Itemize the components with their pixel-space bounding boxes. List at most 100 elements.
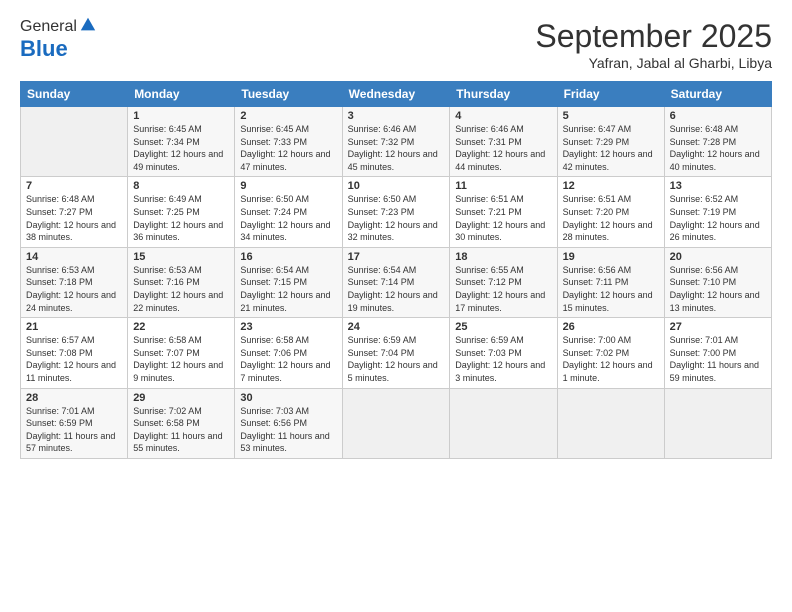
logo: General Blue [20, 18, 97, 62]
weekday-header-row: Sunday Monday Tuesday Wednesday Thursday… [21, 82, 772, 107]
day-info: Sunrise: 6:59 AMSunset: 7:04 PMDaylight:… [348, 334, 445, 384]
day-info: Sunrise: 6:49 AMSunset: 7:25 PMDaylight:… [133, 193, 229, 243]
header-wednesday: Wednesday [342, 82, 450, 107]
day-number: 14 [26, 251, 122, 263]
day-number: 18 [455, 251, 551, 263]
header: General Blue September 2025 Yafran, Jaba… [20, 18, 772, 71]
day-info: Sunrise: 6:58 AMSunset: 7:07 PMDaylight:… [133, 334, 229, 384]
day-number: 23 [240, 321, 336, 333]
day-info: Sunrise: 7:03 AMSunset: 6:56 PMDaylight:… [240, 405, 336, 455]
page: General Blue September 2025 Yafran, Jaba… [0, 0, 792, 612]
calendar-cell-0-4: 4Sunrise: 6:46 AMSunset: 7:31 PMDaylight… [450, 107, 557, 177]
day-number: 5 [563, 110, 659, 122]
day-info: Sunrise: 7:01 AMSunset: 7:00 PMDaylight:… [670, 334, 766, 384]
header-thursday: Thursday [450, 82, 557, 107]
logo-blue-text: Blue [20, 36, 97, 62]
calendar-cell-2-2: 16Sunrise: 6:54 AMSunset: 7:15 PMDayligh… [235, 247, 342, 317]
week-row-5: 28Sunrise: 7:01 AMSunset: 6:59 PMDayligh… [21, 388, 772, 458]
calendar-cell-3-0: 21Sunrise: 6:57 AMSunset: 7:08 PMDayligh… [21, 318, 128, 388]
day-info: Sunrise: 6:48 AMSunset: 7:27 PMDaylight:… [26, 193, 122, 243]
calendar-cell-0-1: 1Sunrise: 6:45 AMSunset: 7:34 PMDaylight… [128, 107, 235, 177]
day-info: Sunrise: 6:56 AMSunset: 7:11 PMDaylight:… [563, 264, 659, 314]
calendar-cell-1-2: 9Sunrise: 6:50 AMSunset: 7:24 PMDaylight… [235, 177, 342, 247]
calendar-cell-0-3: 3Sunrise: 6:46 AMSunset: 7:32 PMDaylight… [342, 107, 450, 177]
calendar-cell-4-6 [664, 388, 771, 458]
day-info: Sunrise: 6:45 AMSunset: 7:34 PMDaylight:… [133, 123, 229, 173]
calendar-cell-3-6: 27Sunrise: 7:01 AMSunset: 7:00 PMDayligh… [664, 318, 771, 388]
day-info: Sunrise: 6:57 AMSunset: 7:08 PMDaylight:… [26, 334, 122, 384]
week-row-1: 1Sunrise: 6:45 AMSunset: 7:34 PMDaylight… [21, 107, 772, 177]
day-info: Sunrise: 6:46 AMSunset: 7:32 PMDaylight:… [348, 123, 445, 173]
day-number: 28 [26, 392, 122, 404]
day-number: 1 [133, 110, 229, 122]
day-info: Sunrise: 6:47 AMSunset: 7:29 PMDaylight:… [563, 123, 659, 173]
subtitle: Yafran, Jabal al Gharbi, Libya [535, 55, 772, 71]
calendar-cell-2-6: 20Sunrise: 6:56 AMSunset: 7:10 PMDayligh… [664, 247, 771, 317]
calendar-cell-0-0 [21, 107, 128, 177]
day-number: 24 [348, 321, 445, 333]
week-row-2: 7Sunrise: 6:48 AMSunset: 7:27 PMDaylight… [21, 177, 772, 247]
calendar-cell-4-1: 29Sunrise: 7:02 AMSunset: 6:58 PMDayligh… [128, 388, 235, 458]
calendar-cell-1-0: 7Sunrise: 6:48 AMSunset: 7:27 PMDaylight… [21, 177, 128, 247]
header-monday: Monday [128, 82, 235, 107]
day-info: Sunrise: 6:52 AMSunset: 7:19 PMDaylight:… [670, 193, 766, 243]
day-number: 15 [133, 251, 229, 263]
day-number: 17 [348, 251, 445, 263]
calendar-cell-1-1: 8Sunrise: 6:49 AMSunset: 7:25 PMDaylight… [128, 177, 235, 247]
day-number: 21 [26, 321, 122, 333]
day-number: 2 [240, 110, 336, 122]
calendar-cell-4-3 [342, 388, 450, 458]
day-info: Sunrise: 6:45 AMSunset: 7:33 PMDaylight:… [240, 123, 336, 173]
calendar-cell-3-1: 22Sunrise: 6:58 AMSunset: 7:07 PMDayligh… [128, 318, 235, 388]
calendar-cell-3-2: 23Sunrise: 6:58 AMSunset: 7:06 PMDayligh… [235, 318, 342, 388]
calendar-cell-0-2: 2Sunrise: 6:45 AMSunset: 7:33 PMDaylight… [235, 107, 342, 177]
week-row-4: 21Sunrise: 6:57 AMSunset: 7:08 PMDayligh… [21, 318, 772, 388]
day-info: Sunrise: 6:51 AMSunset: 7:21 PMDaylight:… [455, 193, 551, 243]
title-block: September 2025 Yafran, Jabal al Gharbi, … [535, 18, 772, 71]
calendar-cell-2-4: 18Sunrise: 6:55 AMSunset: 7:12 PMDayligh… [450, 247, 557, 317]
calendar-cell-4-2: 30Sunrise: 7:03 AMSunset: 6:56 PMDayligh… [235, 388, 342, 458]
day-number: 16 [240, 251, 336, 263]
calendar-cell-2-1: 15Sunrise: 6:53 AMSunset: 7:16 PMDayligh… [128, 247, 235, 317]
day-number: 26 [563, 321, 659, 333]
day-number: 4 [455, 110, 551, 122]
calendar-cell-2-5: 19Sunrise: 6:56 AMSunset: 7:11 PMDayligh… [557, 247, 664, 317]
day-info: Sunrise: 6:55 AMSunset: 7:12 PMDaylight:… [455, 264, 551, 314]
day-number: 29 [133, 392, 229, 404]
day-info: Sunrise: 7:01 AMSunset: 6:59 PMDaylight:… [26, 405, 122, 455]
calendar-cell-1-3: 10Sunrise: 6:50 AMSunset: 7:23 PMDayligh… [342, 177, 450, 247]
day-info: Sunrise: 7:02 AMSunset: 6:58 PMDaylight:… [133, 405, 229, 455]
header-sunday: Sunday [21, 82, 128, 107]
day-info: Sunrise: 6:51 AMSunset: 7:20 PMDaylight:… [563, 193, 659, 243]
day-number: 22 [133, 321, 229, 333]
day-info: Sunrise: 6:50 AMSunset: 7:23 PMDaylight:… [348, 193, 445, 243]
header-friday: Friday [557, 82, 664, 107]
calendar-cell-4-4 [450, 388, 557, 458]
calendar-cell-1-5: 12Sunrise: 6:51 AMSunset: 7:20 PMDayligh… [557, 177, 664, 247]
day-info: Sunrise: 6:56 AMSunset: 7:10 PMDaylight:… [670, 264, 766, 314]
logo-icon [79, 16, 97, 34]
day-info: Sunrise: 6:50 AMSunset: 7:24 PMDaylight:… [240, 193, 336, 243]
calendar-cell-2-3: 17Sunrise: 6:54 AMSunset: 7:14 PMDayligh… [342, 247, 450, 317]
header-saturday: Saturday [664, 82, 771, 107]
day-number: 8 [133, 180, 229, 192]
month-title: September 2025 [535, 18, 772, 55]
week-row-3: 14Sunrise: 6:53 AMSunset: 7:18 PMDayligh… [21, 247, 772, 317]
day-number: 3 [348, 110, 445, 122]
calendar-cell-4-5 [557, 388, 664, 458]
day-number: 30 [240, 392, 336, 404]
logo-general-text: General [20, 18, 77, 36]
calendar-cell-1-6: 13Sunrise: 6:52 AMSunset: 7:19 PMDayligh… [664, 177, 771, 247]
day-number: 27 [670, 321, 766, 333]
day-number: 13 [670, 180, 766, 192]
day-number: 25 [455, 321, 551, 333]
day-number: 9 [240, 180, 336, 192]
calendar-cell-3-3: 24Sunrise: 6:59 AMSunset: 7:04 PMDayligh… [342, 318, 450, 388]
day-number: 6 [670, 110, 766, 122]
calendar-cell-2-0: 14Sunrise: 6:53 AMSunset: 7:18 PMDayligh… [21, 247, 128, 317]
calendar-cell-4-0: 28Sunrise: 7:01 AMSunset: 6:59 PMDayligh… [21, 388, 128, 458]
day-info: Sunrise: 6:53 AMSunset: 7:18 PMDaylight:… [26, 264, 122, 314]
day-number: 19 [563, 251, 659, 263]
day-number: 12 [563, 180, 659, 192]
calendar-cell-0-5: 5Sunrise: 6:47 AMSunset: 7:29 PMDaylight… [557, 107, 664, 177]
